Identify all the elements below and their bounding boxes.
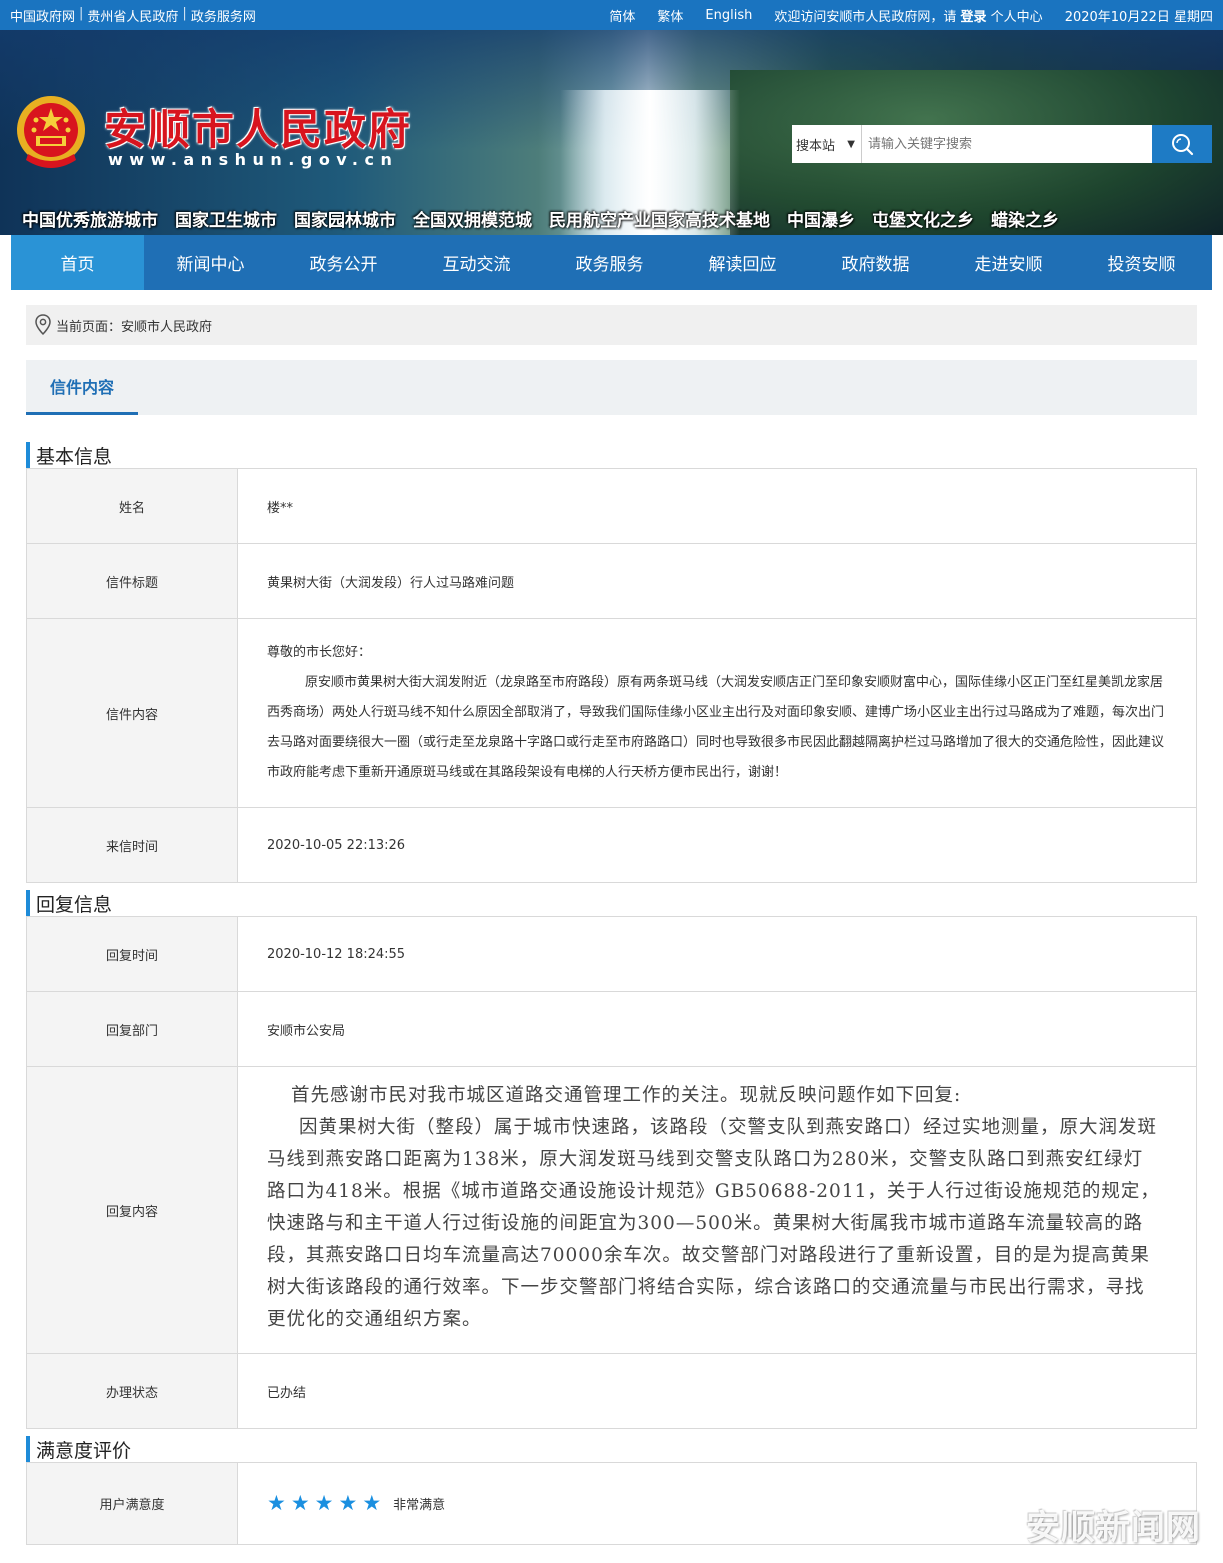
honor-item: 屯堡文化之乡 bbox=[872, 211, 974, 231]
reply-paragraph: 因黄果树大街（整段）属于城市快速路，该路段（交警支队到燕安路口）经过实地测量，原… bbox=[267, 1117, 1160, 1330]
nav-interpretation[interactable]: 解读回应 bbox=[676, 235, 809, 290]
divider: | bbox=[79, 5, 84, 21]
nav-invest[interactable]: 投资安顺 bbox=[1075, 235, 1208, 290]
nav-gov-affairs[interactable]: 政务公开 bbox=[277, 235, 410, 290]
location-pin-icon bbox=[35, 314, 51, 336]
letter-time-label: 来信时间 bbox=[26, 807, 238, 883]
current-date: 2020年10月22日 星期四 bbox=[1064, 9, 1213, 25]
breadcrumb-current[interactable]: 安顺市人民政府 bbox=[121, 316, 212, 335]
table-row: 来信时间 2020-10-05 22:13:26 bbox=[26, 807, 1197, 883]
search-icon bbox=[1172, 134, 1194, 156]
link-service-net[interactable]: 政务服务网 bbox=[191, 6, 256, 25]
site-title[interactable]: 安顺市人民政府 bbox=[104, 96, 412, 157]
name-value: 楼** bbox=[237, 468, 1197, 544]
reply-dept-label: 回复部门 bbox=[26, 991, 238, 1067]
star-icon: ★ bbox=[362, 1491, 382, 1515]
welcome-text: 欢迎访问安顺市人民政府网，请 bbox=[774, 9, 957, 25]
table-row: 回复内容 首先感谢市民对我市城区道路交通管理工作的关注。现就反映问题作如下回复:… bbox=[26, 1066, 1197, 1354]
rating-table: 用户满意度 ★ ★ ★ ★ ★ 非常满意 bbox=[26, 1462, 1197, 1545]
reply-info-table: 回复时间 2020-10-12 18:24:55 回复部门 安顺市公安局 回复内… bbox=[26, 916, 1197, 1429]
letter-greeting: 尊敬的市长您好： bbox=[267, 645, 372, 660]
section-title-rating: 满意度评价 bbox=[26, 1436, 1197, 1462]
content-cell: 尊敬的市长您好： 原安顺市黄果树大街大润发附近（龙泉路至市府路段）原有两条斑马线… bbox=[237, 618, 1197, 808]
section-title-reply: 回复信息 bbox=[26, 890, 1197, 916]
honor-item: 全国双拥模范城 bbox=[413, 211, 532, 231]
star-icon: ★ bbox=[267, 1491, 286, 1515]
nav-home[interactable]: 首页 bbox=[11, 235, 144, 290]
site-url: www.anshun.gov.cn bbox=[108, 150, 399, 169]
link-gov-cn[interactable]: 中国政府网 bbox=[10, 6, 75, 25]
personal-center-link[interactable]: 个人中心 bbox=[991, 10, 1043, 25]
content-label: 信件内容 bbox=[26, 618, 238, 808]
reply-paragraph: 首先感谢市民对我市城区道路交通管理工作的关注。现就反映问题作如下回复: bbox=[291, 1085, 962, 1106]
name-label: 姓名 bbox=[26, 468, 238, 544]
status-label: 办理状态 bbox=[26, 1353, 238, 1429]
status-value: 已办结 bbox=[237, 1353, 1197, 1429]
letter-body: 尊敬的市长您好： 原安顺市黄果树大街大润发附近（龙泉路至市府路段）原有两条斑马线… bbox=[267, 619, 1167, 807]
nav-about-anshun[interactable]: 走进安顺 bbox=[942, 235, 1075, 290]
search-box: 搜本站 ▼ bbox=[792, 125, 1212, 163]
reply-time-label: 回复时间 bbox=[26, 916, 238, 992]
nav-interaction[interactable]: 互动交流 bbox=[410, 235, 543, 290]
subject-label: 信件标题 bbox=[26, 543, 238, 619]
nav-services[interactable]: 政务服务 bbox=[543, 235, 676, 290]
lang-simplified[interactable]: 简体 bbox=[609, 6, 635, 25]
login-link[interactable]: 登录 bbox=[961, 10, 987, 25]
subject-value: 黄果树大街（大润发段）行人过马路难问题 bbox=[237, 543, 1197, 619]
table-row: 回复时间 2020-10-12 18:24:55 bbox=[26, 916, 1197, 992]
rating-label: 用户满意度 bbox=[26, 1462, 238, 1545]
table-row: 姓名 楼** bbox=[26, 468, 1197, 544]
header-banner: 安顺市人民政府 www.anshun.gov.cn 搜本站 ▼ 中国优秀旅游城市… bbox=[0, 30, 1223, 235]
table-row: 信件标题 黄果树大街（大润发段）行人过马路难问题 bbox=[26, 543, 1197, 619]
letter-time-value: 2020-10-05 22:13:26 bbox=[237, 807, 1197, 883]
table-row: 办理状态 已办结 bbox=[26, 1353, 1197, 1429]
table-row: 信件内容 尊敬的市长您好： 原安顺市黄果树大街大润发附近（龙泉路至市府路段）原有… bbox=[26, 618, 1197, 808]
welcome-area: 欢迎访问安顺市人民政府网，请 登录 个人中心 bbox=[774, 6, 1042, 25]
nav-news[interactable]: 新闻中心 bbox=[144, 235, 277, 290]
lang-english[interactable]: English bbox=[705, 8, 752, 23]
divider: | bbox=[182, 5, 187, 21]
search-input[interactable] bbox=[862, 125, 1152, 163]
watermark: 安顺新闻网 bbox=[1026, 1508, 1201, 1548]
search-scope-select[interactable]: 搜本站 ▼ bbox=[792, 125, 862, 163]
rating-text: 非常满意 bbox=[393, 1498, 446, 1513]
national-emblem-icon[interactable] bbox=[14, 94, 88, 172]
breadcrumb: 当前页面： 安顺市人民政府 bbox=[26, 305, 1197, 345]
main-content: 当前页面： 安顺市人民政府 信件内容 基本信息 姓名 楼** 信件标题 黄果树大… bbox=[26, 305, 1197, 1545]
link-guizhou-gov[interactable]: 贵州省人民政府 bbox=[87, 6, 178, 25]
reply-content-cell: 首先感谢市民对我市城区道路交通管理工作的关注。现就反映问题作如下回复: 因黄果树… bbox=[237, 1066, 1197, 1354]
star-icon: ★ bbox=[338, 1491, 358, 1515]
search-button[interactable] bbox=[1152, 125, 1212, 163]
breadcrumb-prefix: 当前页面： bbox=[56, 319, 122, 335]
reply-dept-value: 安顺市公安局 bbox=[237, 991, 1197, 1067]
star-icon: ★ bbox=[314, 1491, 334, 1515]
honor-item: 国家卫生城市 bbox=[175, 211, 277, 231]
letter-content: 原安顺市黄果树大街大润发附近（龙泉路至市府路段）原有两条斑马线（大润发安顺店正门… bbox=[267, 675, 1165, 780]
section-title-basic: 基本信息 bbox=[26, 442, 1197, 468]
tab-bar: 信件内容 bbox=[26, 360, 1197, 415]
honor-item: 民用航空产业国家高技术基地 bbox=[549, 211, 770, 231]
dropdown-arrow-icon: ▼ bbox=[847, 138, 855, 150]
nav-gov-data[interactable]: 政府数据 bbox=[809, 235, 942, 290]
lang-traditional[interactable]: 繁体 bbox=[657, 6, 683, 25]
city-honors: 中国优秀旅游城市 国家卫生城市 国家园林城市 全国双拥模范城 民用航空产业国家高… bbox=[22, 206, 1059, 231]
table-row: 用户满意度 ★ ★ ★ ★ ★ 非常满意 bbox=[26, 1462, 1197, 1545]
search-scope-value: 搜本站 bbox=[796, 138, 836, 154]
tab-letter-content[interactable]: 信件内容 bbox=[26, 360, 138, 415]
main-nav: 首页 新闻中心 政务公开 互动交流 政务服务 解读回应 政府数据 走进安顺 投资… bbox=[11, 235, 1212, 290]
reply-time-value: 2020-10-12 18:24:55 bbox=[237, 916, 1197, 992]
top-bar: 中国政府网 | 贵州省人民政府 | 政务服务网 简体 繁体 English 欢迎… bbox=[0, 0, 1223, 30]
honor-item: 蜡染之乡 bbox=[991, 211, 1059, 231]
table-row: 回复部门 安顺市公安局 bbox=[26, 991, 1197, 1067]
honor-item: 中国优秀旅游城市 bbox=[22, 211, 158, 231]
honor-item: 中国瀑乡 bbox=[787, 211, 855, 231]
star-icon: ★ bbox=[290, 1491, 310, 1515]
reply-content-label: 回复内容 bbox=[26, 1066, 238, 1354]
basic-info-table: 姓名 楼** 信件标题 黄果树大街（大润发段）行人过马路难问题 信件内容 尊敬的… bbox=[26, 468, 1197, 883]
honor-item: 国家园林城市 bbox=[294, 211, 396, 231]
reply-body: 首先感谢市民对我市城区道路交通管理工作的关注。现就反映问题作如下回复: 因黄果树… bbox=[267, 1070, 1167, 1350]
